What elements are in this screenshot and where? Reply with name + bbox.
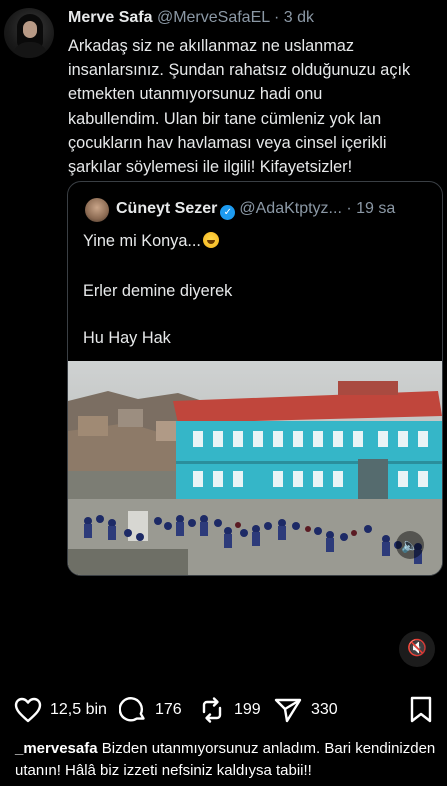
caption-username[interactable]: _mervesafa — [15, 740, 98, 757]
laughing-emoji-icon — [202, 232, 219, 248]
quoted-text-line-3: Hu Hay Hak — [83, 329, 171, 347]
quoted-text-line-2: Erler demine diyerek — [83, 282, 233, 300]
mute-icon[interactable]: 🔇 — [399, 631, 435, 667]
comment-count: 176 — [155, 701, 182, 718]
author-avatar[interactable] — [4, 8, 54, 58]
comment-icon — [119, 697, 145, 722]
repost-count: 199 — [234, 701, 261, 718]
video-frame — [68, 361, 442, 575]
author-handle[interactable]: @MerveSafaEL — [157, 9, 270, 26]
tweet-card[interactable]: Merve Safa @MerveSafaEL · 3 dk Arkadaş s… — [0, 0, 447, 680]
post-caption: _mervesafa Bizden utanmıyorsunuz anladım… — [15, 738, 440, 782]
bookmark-icon — [410, 696, 432, 723]
repost-icon — [202, 697, 222, 723]
bookmark-button[interactable] — [409, 696, 433, 729]
comment-button[interactable]: 176 — [119, 690, 182, 730]
quoted-header: Cüneyt Sezer ✓ @AdaKtptyz... · 19 sa — [116, 200, 436, 222]
video-player[interactable]: 🔈 — [68, 361, 442, 575]
tweet-text-line: çocukların hav havlaması veya cinsel içe… — [68, 133, 387, 152]
share-button[interactable]: 330 — [273, 690, 338, 730]
share-icon — [274, 698, 302, 723]
author-name[interactable]: Merve Safa — [68, 9, 153, 26]
share-count: 330 — [311, 701, 338, 718]
meta-separator: · — [269, 9, 284, 26]
heart-icon — [14, 697, 42, 723]
tweet-time[interactable]: 3 dk — [284, 9, 314, 26]
like-button[interactable]: 12,5 bin — [14, 690, 107, 730]
tweet-header: Merve Safa @MerveSafaEL · 3 dk — [68, 9, 438, 31]
volume-icon[interactable]: 🔈 — [396, 531, 424, 559]
tweet-text-line: şarkılar söylemesi ile ilgili! Kifayetsi… — [68, 158, 353, 177]
tweet-text-line: Arkadaş siz ne akıllanmaz ne uslanmaz — [68, 37, 354, 55]
quoted-time[interactable]: · 19 sa — [346, 200, 395, 217]
tweet-text-line: kabullendim. Ulan bir tane cümleniz yok … — [68, 109, 382, 128]
repost-button[interactable]: 199 — [198, 690, 261, 730]
tweet-text: Arkadaş siz ne akıllanmaz ne uslanmaz in… — [68, 34, 440, 179]
verified-icon: ✓ — [220, 205, 236, 220]
action-bar: 12,5 bin 176 199 330 — [0, 690, 447, 730]
like-count: 12,5 bin — [50, 701, 107, 718]
quoted-author-name[interactable]: Cüneyt Sezer — [116, 200, 217, 217]
quoted-tweet[interactable]: Cüneyt Sezer ✓ @AdaKtptyz... · 19 sa Yine … — [67, 181, 443, 576]
quoted-text-line-1: Yine mi Konya... — [83, 232, 219, 251]
quoted-author-avatar[interactable] — [85, 198, 109, 222]
quoted-author-handle[interactable]: @AdaKtptyz... — [239, 200, 342, 217]
tweet-text-line: insanlarsınız. Şundan rahatsız olduğunuz… — [68, 61, 411, 80]
tweet-text-line: etmekten utanmıyorsunuz hadi onu — [68, 85, 323, 104]
